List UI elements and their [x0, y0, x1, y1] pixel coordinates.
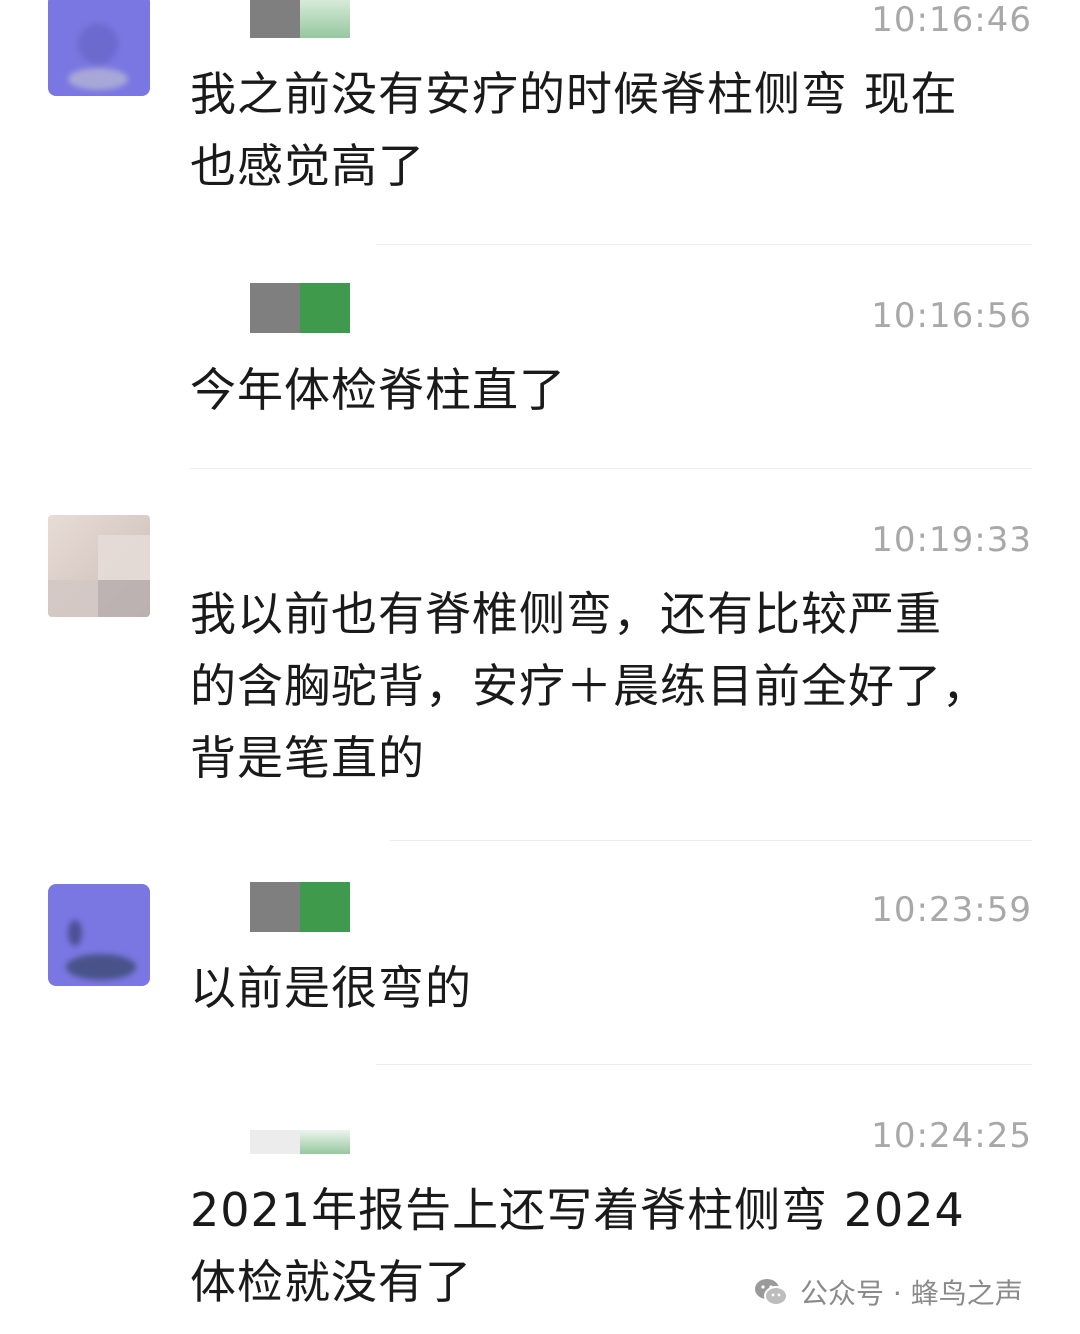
message-divider	[390, 840, 1032, 841]
message-timestamp: 10:19:33	[871, 520, 1032, 560]
message-divider	[376, 244, 1032, 245]
message-text[interactable]: 我之前没有安疗的时候脊柱侧弯 现在 也感觉高了	[190, 58, 1040, 202]
wechat-icon	[752, 1273, 790, 1311]
sender-name-redacted	[250, 1130, 350, 1154]
message-text[interactable]: 今年体检脊柱直了	[190, 354, 1040, 426]
message-timestamp: 10:24:25	[871, 1116, 1032, 1156]
sender-name-redacted	[250, 882, 350, 932]
message-timestamp: 10:16:46	[871, 0, 1032, 40]
message-text[interactable]: 以前是很弯的	[190, 952, 1040, 1024]
sender-name-redacted	[250, 0, 350, 38]
watermark: 公众号 · 蜂鸟之声	[752, 1270, 1023, 1314]
avatar[interactable]	[48, 884, 150, 986]
message-divider	[376, 1064, 1032, 1065]
watermark-label: 公众号 · 蜂鸟之声	[800, 1277, 1023, 1310]
message-timestamp: 10:23:59	[871, 890, 1032, 930]
message-divider	[190, 468, 1032, 469]
message-text[interactable]: 我以前也有脊椎侧弯，还有比较严重 的含胸驼背，安疗＋晨练目前全好了， 背是笔直的	[190, 578, 1040, 794]
message-timestamp: 10:16:56	[871, 296, 1032, 336]
avatar[interactable]	[48, 515, 150, 617]
sender-name-redacted	[250, 283, 350, 333]
avatar[interactable]	[48, 0, 150, 96]
